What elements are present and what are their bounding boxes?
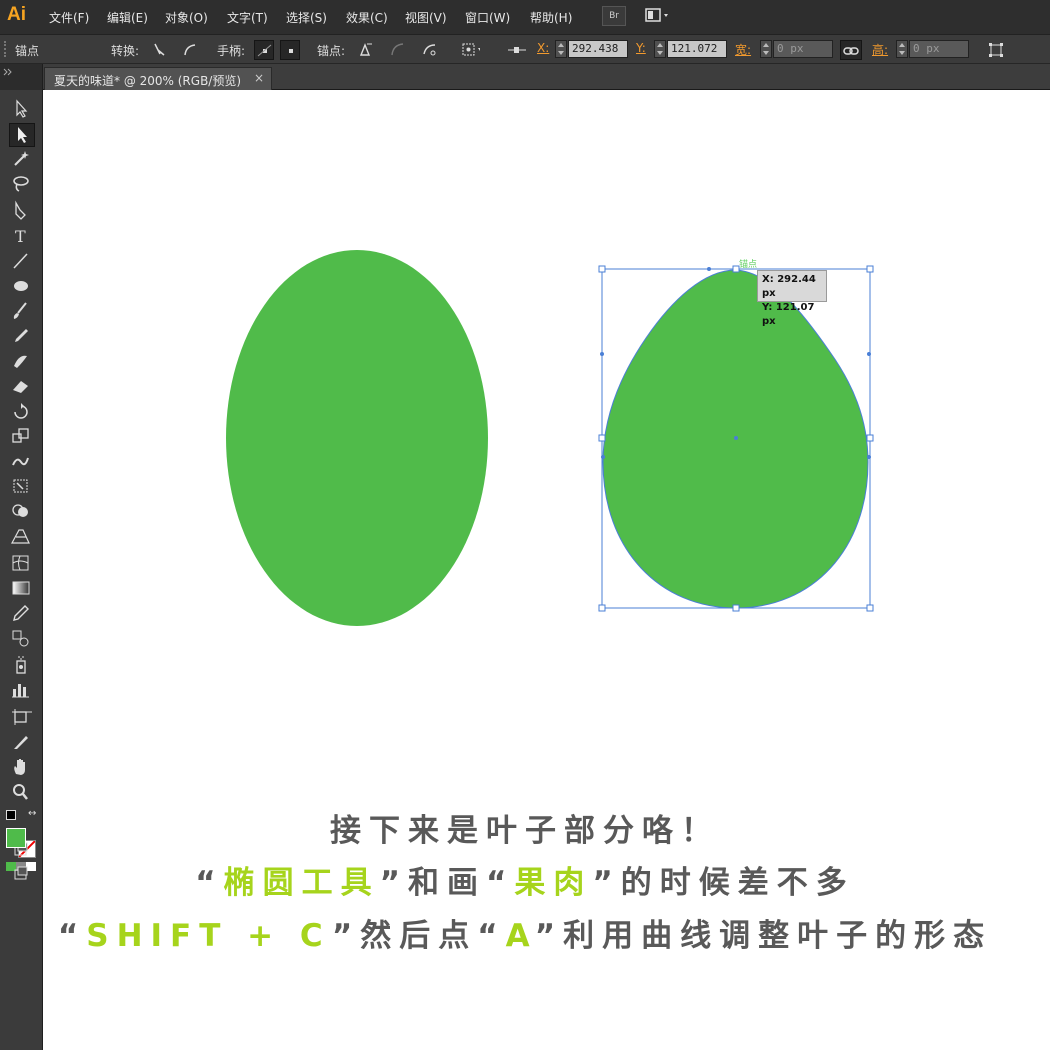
caption-line-2: “椭圆工具”和画“果肉”的时候差不多 — [0, 857, 1050, 902]
coordinate-tooltip: X: 292.44 px Y: 121.07 px — [757, 270, 827, 327]
tooltip-y: Y: 121.07 px — [762, 302, 815, 327]
caption-quote: ” — [592, 865, 621, 901]
caption-quote: ” — [534, 918, 564, 954]
caption-highlight-ellipse-tool: 椭圆工具 — [223, 865, 380, 901]
ellipse-shape[interactable] — [226, 250, 488, 626]
caption-quote: “ — [57, 918, 87, 954]
fill-swatch[interactable] — [6, 828, 26, 848]
caption-text: 和画 — [408, 865, 486, 901]
caption-quote: “ — [195, 865, 224, 901]
tooltip-x: X: 292.44 px — [762, 274, 816, 299]
caption-quote: “ — [477, 918, 506, 954]
caption-text: 利用曲线调整叶子的形态 — [563, 918, 993, 954]
caption-line-1: 接下来是叶子部分咯！ — [330, 813, 720, 849]
caption-quote: ” — [331, 918, 361, 954]
caption-quote: ” — [379, 865, 408, 901]
caption-quote: “ — [486, 865, 515, 901]
caption-text: 然后点 — [360, 918, 478, 954]
caption-line-3: “SHIFT + C”然后点“A”利用曲线调整叶子的形态 — [0, 910, 1050, 955]
caption-highlight-shortcut: SHIFT + C — [86, 918, 332, 954]
caption-highlight-a-key: A — [505, 918, 535, 954]
anchor-hover-label: 锚点 — [739, 260, 758, 270]
caption-highlight-pulp: 果肉 — [514, 865, 593, 901]
caption-text: 的时候差不多 — [620, 865, 855, 901]
